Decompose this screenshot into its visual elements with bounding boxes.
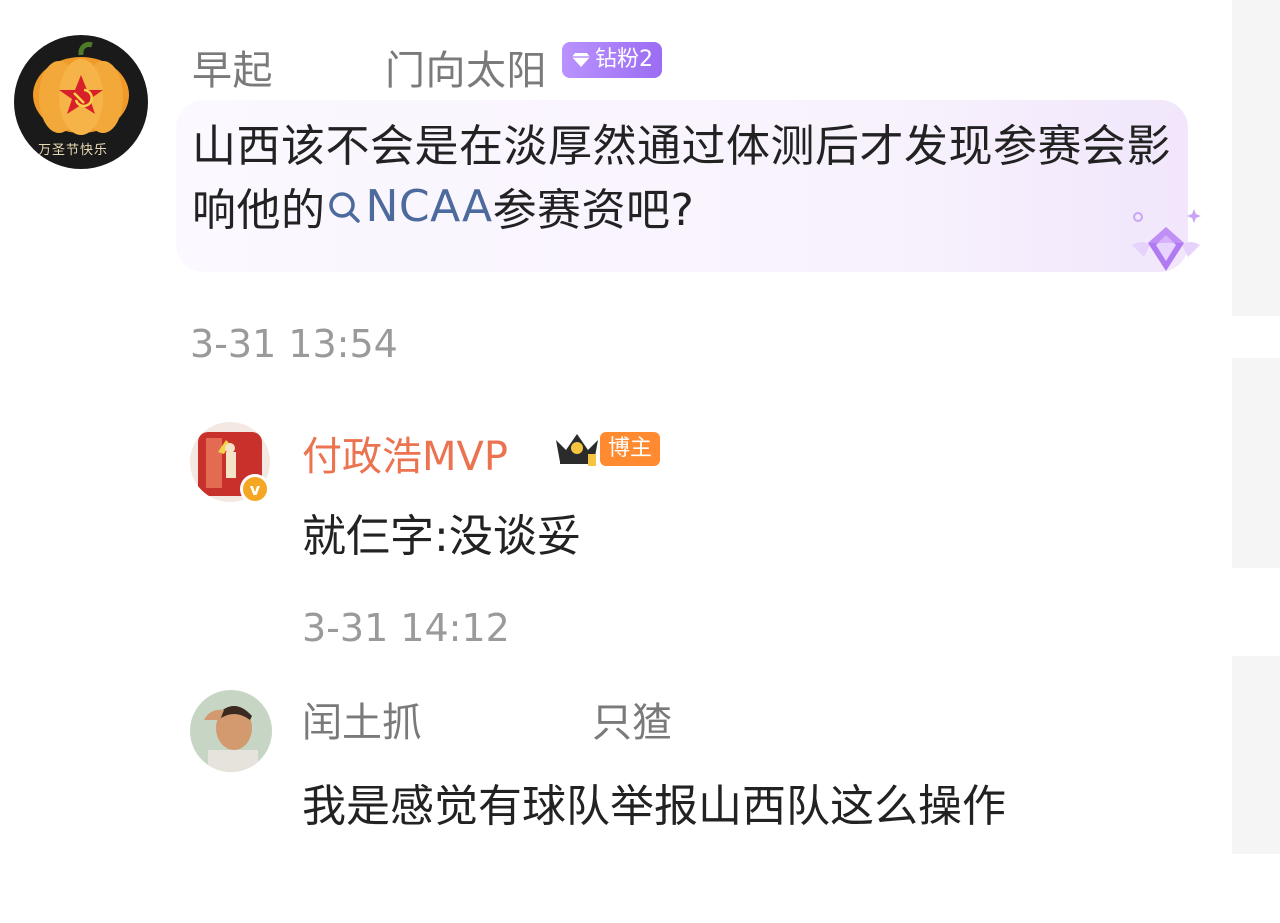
reply-author-name[interactable]: 付政浩MVP: [302, 424, 508, 482]
right-panel-strip: [1232, 358, 1280, 568]
right-panel-strip: [1232, 656, 1280, 854]
diamond-decoration-icon: [1132, 209, 1201, 271]
fan-badge-label: 钻粉2: [595, 47, 653, 72]
reply-text[interactable]: 我是感觉有球队举报山西队这么操作: [302, 770, 1006, 834]
commenter-name[interactable]: 早起 门向太阳: [192, 38, 547, 96]
commenter-avatar[interactable]: 万圣节快乐: [14, 35, 148, 169]
reply-author-name-part2[interactable]: 只猹: [592, 700, 672, 746]
comment-text[interactable]: 山西该不会是在淡厚然通过体测后才发现参赛会影响他的 NCAA 参赛资吧?: [192, 117, 1172, 241]
right-panel-strip: [1232, 0, 1280, 316]
topic-link[interactable]: NCAA: [326, 177, 493, 237]
topic-label: NCAA: [365, 181, 493, 232]
reply-timestamp: 3-31 14:12: [302, 606, 510, 650]
search-icon: [328, 192, 360, 223]
fan-level-badge[interactable]: 钻粉2: [562, 42, 662, 78]
reply-author-name[interactable]: 闰土抓 只猹: [302, 690, 672, 748]
avatar-caption: 万圣节快乐: [38, 143, 109, 158]
diamond-icon: [572, 53, 590, 67]
verified-badge-icon: v: [240, 474, 270, 504]
commenter-name-part2[interactable]: 门向太阳: [385, 48, 547, 94]
reply-text[interactable]: 就仨字:没谈妥: [302, 500, 581, 564]
crown-icon: [556, 434, 598, 466]
commenter-name-part1[interactable]: 早起: [192, 48, 273, 94]
comment-text-after: 参赛资吧?: [492, 185, 695, 236]
comment-timestamp: 3-31 13:54: [190, 322, 398, 366]
reply-avatar[interactable]: [190, 690, 272, 772]
reply-author-name-part1[interactable]: 闰土抓: [302, 700, 422, 746]
blogger-badge: 博主: [600, 432, 660, 466]
